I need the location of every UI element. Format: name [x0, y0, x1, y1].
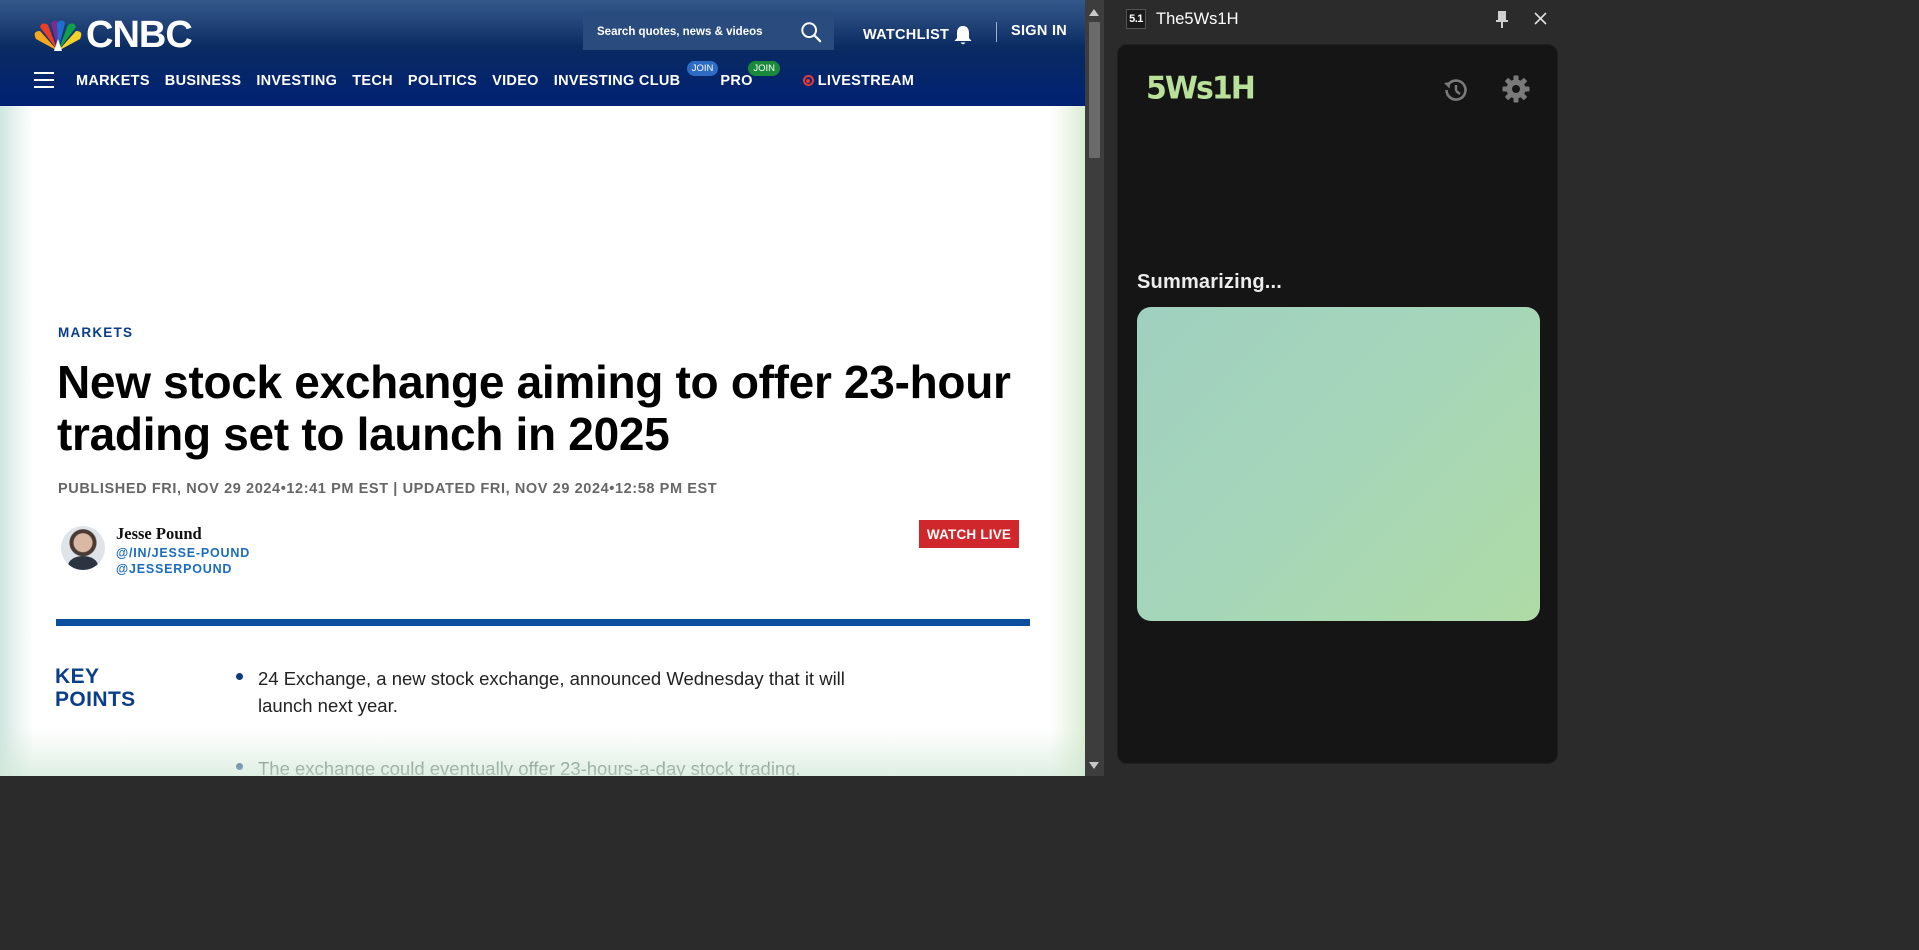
extension-card: 5Ws1H Summarizing... [1117, 44, 1558, 764]
cnbc-logo[interactable]: CNBC [32, 14, 193, 57]
author-name[interactable]: Jesse Pound [116, 524, 250, 544]
nav-politics[interactable]: POLITICS [408, 73, 477, 89]
scroll-down-arrow-icon[interactable] [1089, 762, 1099, 769]
list-item: 24 Exchange, a new stock exchange, annou… [236, 665, 896, 719]
list-item: The exchange could eventually offer 23-h… [236, 755, 896, 776]
nav-business[interactable]: BUSINESS [165, 73, 242, 89]
watchlist-label: WATCHLIST [863, 26, 950, 43]
sign-in-link[interactable]: SIGN IN [1011, 23, 1067, 39]
menu-icon[interactable] [34, 72, 54, 90]
summarizing-status: Summarizing... [1137, 271, 1283, 293]
panel-title: The5Ws1H [1156, 10, 1239, 28]
watchlist-button[interactable]: WATCHLIST [863, 22, 975, 47]
nav-livestream[interactable]: LIVESTREAM [802, 73, 914, 89]
article-timestamp: PUBLISHED FRI, NOV 29 2024•12:41 PM EST … [58, 481, 718, 497]
search-icon[interactable] [800, 21, 822, 43]
nav-pro[interactable]: PRO JOIN [720, 61, 781, 89]
search-input[interactable] [597, 25, 787, 38]
author-twitter-link[interactable]: @JESSERPOUND [116, 562, 250, 576]
extension-side-panel: 5.1 The5Ws1H 5Ws1H Summarizing... [1104, 0, 1568, 776]
site-header: CNBC WATCHLIST SIGN IN MARKETS BUSINESS … [0, 0, 1085, 106]
nav-investing[interactable]: INVESTING [256, 73, 337, 89]
live-icon [802, 75, 814, 86]
nav-investing-club[interactable]: INVESTING CLUB JOIN [554, 61, 719, 89]
author-linkedin-link[interactable]: @/IN/JESSE-POUND [116, 546, 250, 560]
nav-tech[interactable]: TECH [352, 73, 393, 89]
join-badge[interactable]: JOIN [686, 61, 719, 76]
search-box[interactable] [583, 13, 834, 50]
avatar[interactable] [61, 526, 105, 570]
bell-icon [954, 26, 972, 45]
history-icon[interactable] [1440, 75, 1470, 105]
key-points-list: 24 Exchange, a new stock exchange, annou… [236, 665, 896, 776]
close-icon[interactable] [1533, 11, 1548, 26]
panel-titlebar: 5.1 The5Ws1H [1104, 0, 1568, 40]
nav-markets[interactable]: MARKETS [76, 73, 150, 89]
app-icon: 5.1 [1126, 9, 1146, 29]
scroll-up-arrow-icon[interactable] [1089, 9, 1099, 16]
main-nav: MARKETS BUSINESS INVESTING TECH POLITICS… [76, 61, 929, 89]
gear-icon[interactable] [1501, 74, 1531, 104]
key-points-divider [56, 619, 1030, 626]
pin-icon[interactable] [1494, 10, 1510, 28]
author-block: Jesse Pound @/IN/JESSE-POUND @JESSERPOUN… [61, 524, 250, 576]
key-points-title: KEY POINTS [55, 665, 136, 711]
watch-live-button[interactable]: WATCH LIVE [919, 520, 1019, 548]
article-headline: New stock exchange aiming to offer 23-ho… [57, 356, 1011, 460]
join-badge[interactable]: JOIN [748, 61, 781, 76]
page-scrollbar[interactable] [1085, 0, 1104, 776]
5ws1h-logo: 5Ws1H [1146, 70, 1256, 107]
nav-video[interactable]: VIDEO [492, 73, 539, 89]
scrollbar-thumb[interactable] [1089, 22, 1100, 158]
cnbc-wordmark: CNBC [86, 14, 193, 56]
summary-placeholder [1137, 307, 1540, 621]
cnbc-page: CNBC WATCHLIST SIGN IN MARKETS BUSINESS … [0, 0, 1085, 776]
article-section-link[interactable]: MARKETS [58, 325, 133, 340]
peacock-icon [34, 20, 82, 51]
header-divider [996, 22, 997, 42]
